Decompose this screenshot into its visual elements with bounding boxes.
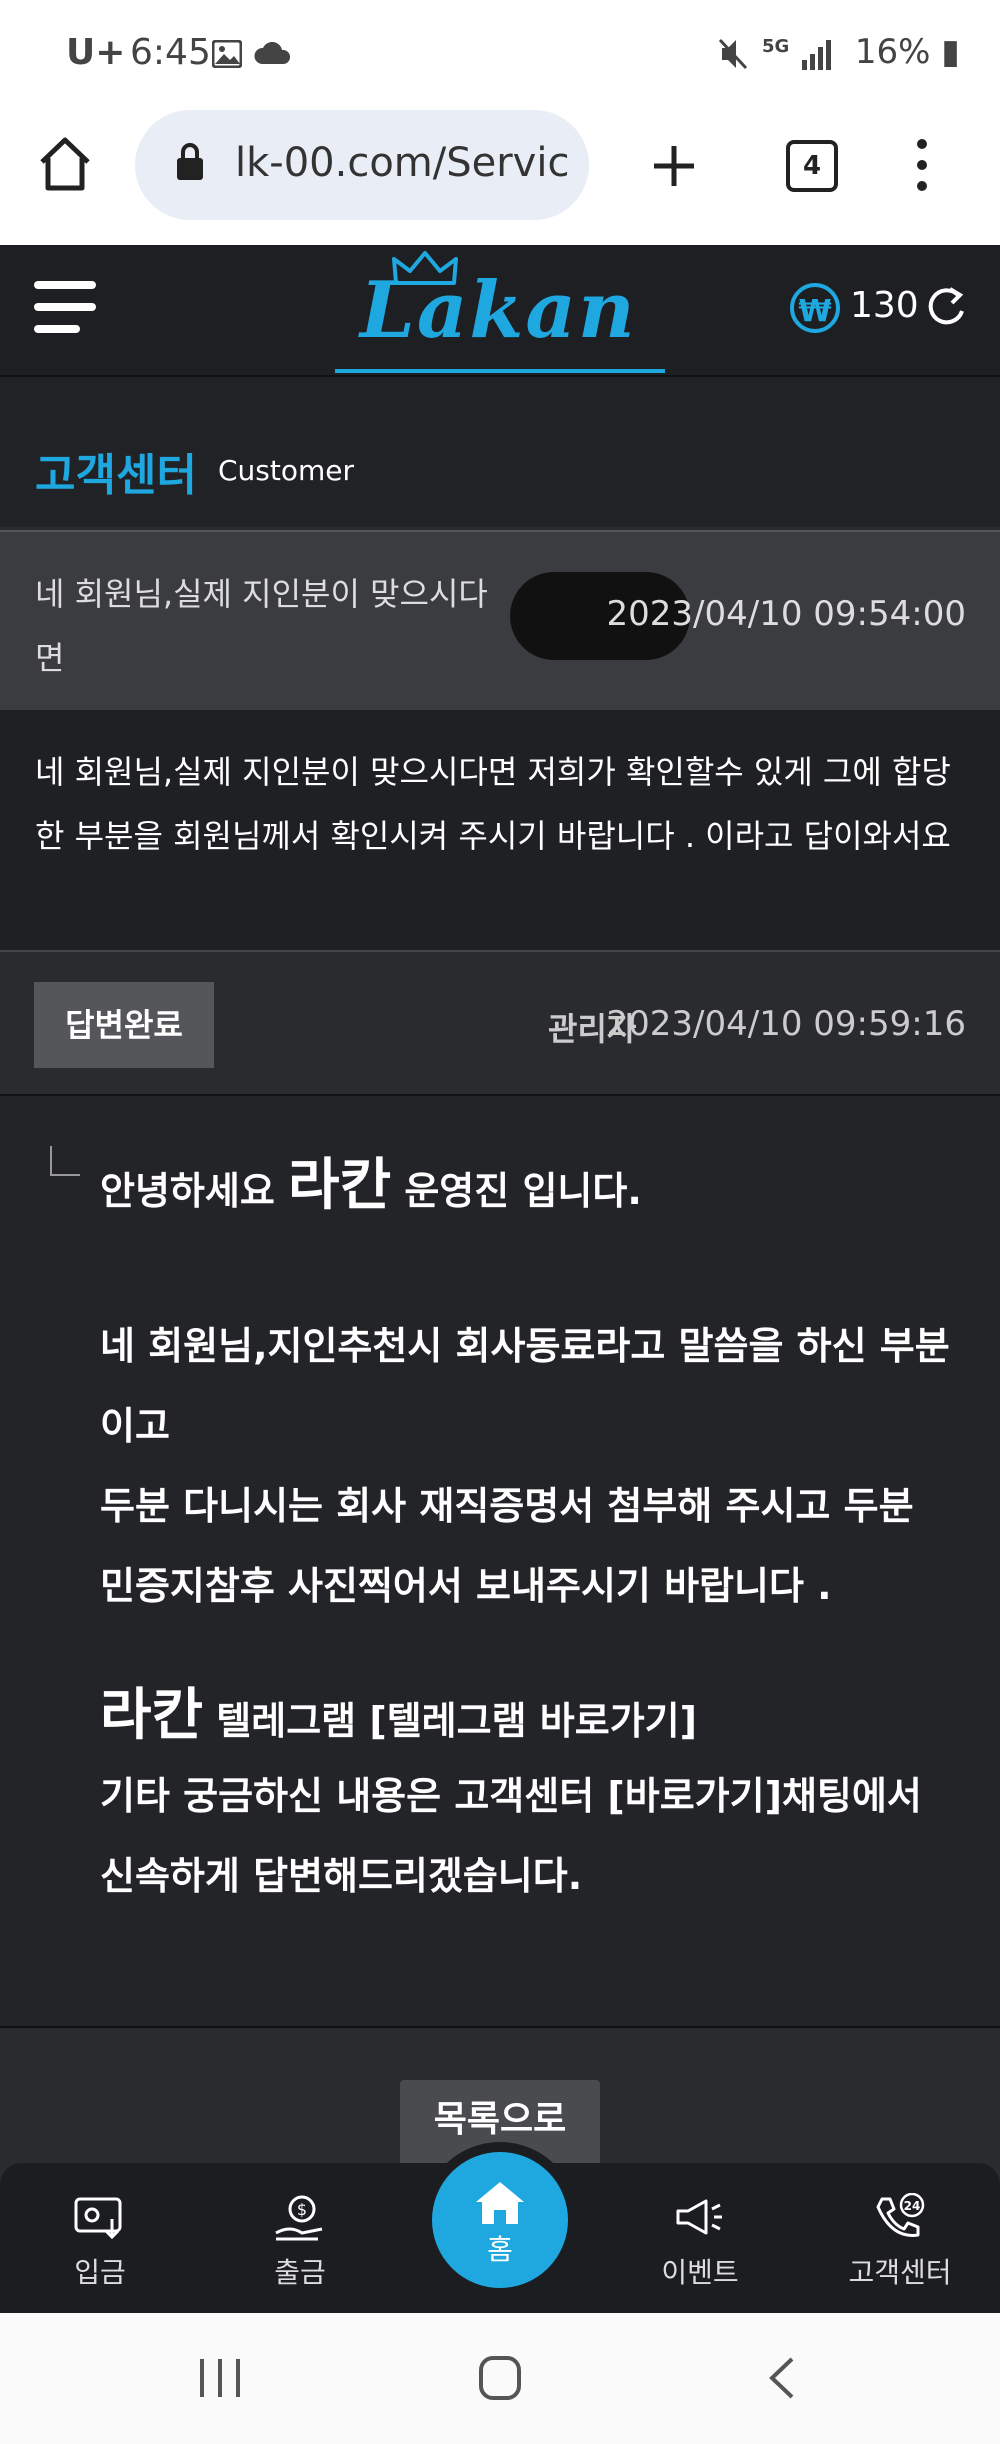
cloud-icon [254,42,290,64]
nav-home-label: 홈 [487,2233,513,2266]
nav-event-label: 이벤트 [661,2256,739,2289]
inquiry-body: 네 회원님,실제 지인분이 맞으시다면 저희가 확인할수 있게 그에 합당한 부… [0,710,1000,952]
battery-level: 16% ▮ [854,32,960,72]
nav-support[interactable]: 24 고객센터 [800,2163,1000,2313]
signal-icon [802,40,831,70]
carrier-label: U+ [66,32,126,73]
nav-withdraw-label: 출금 [274,2256,326,2289]
page-title: 고객센터 [35,450,197,501]
inquiry-subject: 네 회원님,실제 지인분이 맞으시다면 [35,575,488,677]
image-icon [212,40,242,68]
tab-count: 4 [802,151,822,181]
new-tab-icon[interactable] [650,142,698,190]
site-header: Lakan ₩ 130 [0,245,1000,377]
url-text: lk-00.com/Servic [235,140,570,186]
home-nav-icon [476,2182,524,2224]
withdraw-icon: $ [275,2195,323,2241]
nav-home[interactable]: 홈 [422,2142,578,2298]
deposit-icon [74,2197,122,2240]
telegram-line[interactable]: 라칸 텔레그램 [텔레그램 바로가기] [100,1676,960,1761]
home-icon[interactable] [36,136,94,192]
support-24-icon: 24 [876,2193,925,2237]
network-type: 5G [762,36,790,57]
back-icon[interactable] [762,2355,802,2401]
answer-body: 안녕하세요 라칸 운영진 입니다. 네 회원님,지인추천시 회사동료라고 말씀을… [0,1094,1000,2028]
home-button-icon[interactable] [478,2355,522,2401]
support-badge: 24 [904,2199,921,2213]
lock-icon [177,143,203,180]
inquiry-subject-row: 네 회원님,실제 지인분이 맞으시다면 2023/04/10 09:54:00 [0,530,1000,712]
answer-status-badge: 답변완료 [34,982,214,1068]
tab-switcher-button[interactable]: 4 [786,140,838,192]
browser-toolbar: lk-00.com/Servic 4 [0,110,1000,245]
recent-apps-icon[interactable] [196,2355,246,2401]
section-header: 고객센터 Customer [0,377,1000,527]
nav-deposit-label: 입금 [74,2256,126,2289]
nav-withdraw[interactable]: $ 출금 [200,2163,400,2313]
more-menu-icon[interactable] [912,138,932,192]
reply-indicator [50,1146,80,1176]
mute-icon [718,38,748,70]
won-coin-icon: ₩ [790,283,840,333]
answer-paragraph-1: 네 회원님,지인추천시 회사동료라고 말씀을 하신 부분이고 [100,1324,950,1448]
inquiry-content: 네 회원님,실제 지인분이 맞으시다면 저희가 확인할수 있게 그에 합당한 부… [35,753,951,855]
answer-meta-row: 답변완료 관리자 2023/04/10 09:59:16 [0,952,1000,1092]
nav-event[interactable]: 이벤트 [600,2163,800,2313]
greeting-text: 안녕하세요 [100,1169,275,1213]
answer-greeting: 안녕하세요 라칸 운영진 입니다. [100,1146,960,1231]
balance-amount: 130 [850,285,919,326]
answer-paragraph-2: 두분 다니시는 회사 재직증명서 첨부해 주시고 두분 민증지참후 사진찍어서 … [100,1484,914,1608]
site-logo[interactable]: Lakan [360,265,637,356]
telegram-brand: 라칸 [100,1683,204,1748]
greeting-brand: 라칸 [288,1153,392,1218]
clock: 6:45 [130,32,211,73]
inquiry-date: 2023/04/10 09:54:00 [606,594,966,634]
refresh-icon[interactable] [924,285,966,329]
hamburger-menu-icon[interactable] [34,277,96,337]
telegram-link[interactable]: 텔레그램 [텔레그램 바로가기] [216,1699,697,1743]
greeting-suffix: 운영진 입니다. [404,1169,642,1213]
megaphone-icon [676,2199,722,2235]
svg-text:$: $ [297,2200,307,2219]
nav-support-label: 고객센터 [848,2256,952,2289]
address-bar[interactable]: lk-00.com/Servic [135,110,589,220]
status-bar: U+ 6:45 5G 16% ▮ [0,0,1000,110]
answer-date: 2023/04/10 09:59:16 [606,1004,966,1044]
page-subtitle: Customer [218,454,355,487]
system-nav-bar [0,2313,1000,2444]
logo-underline [335,369,665,373]
answer-paragraph-3: 기타 궁금하신 내용은 고객센터 [바로가기]채팅에서 신속하게 답변해드리겠습… [100,1774,922,1898]
nav-deposit[interactable]: 입금 [0,2163,200,2313]
